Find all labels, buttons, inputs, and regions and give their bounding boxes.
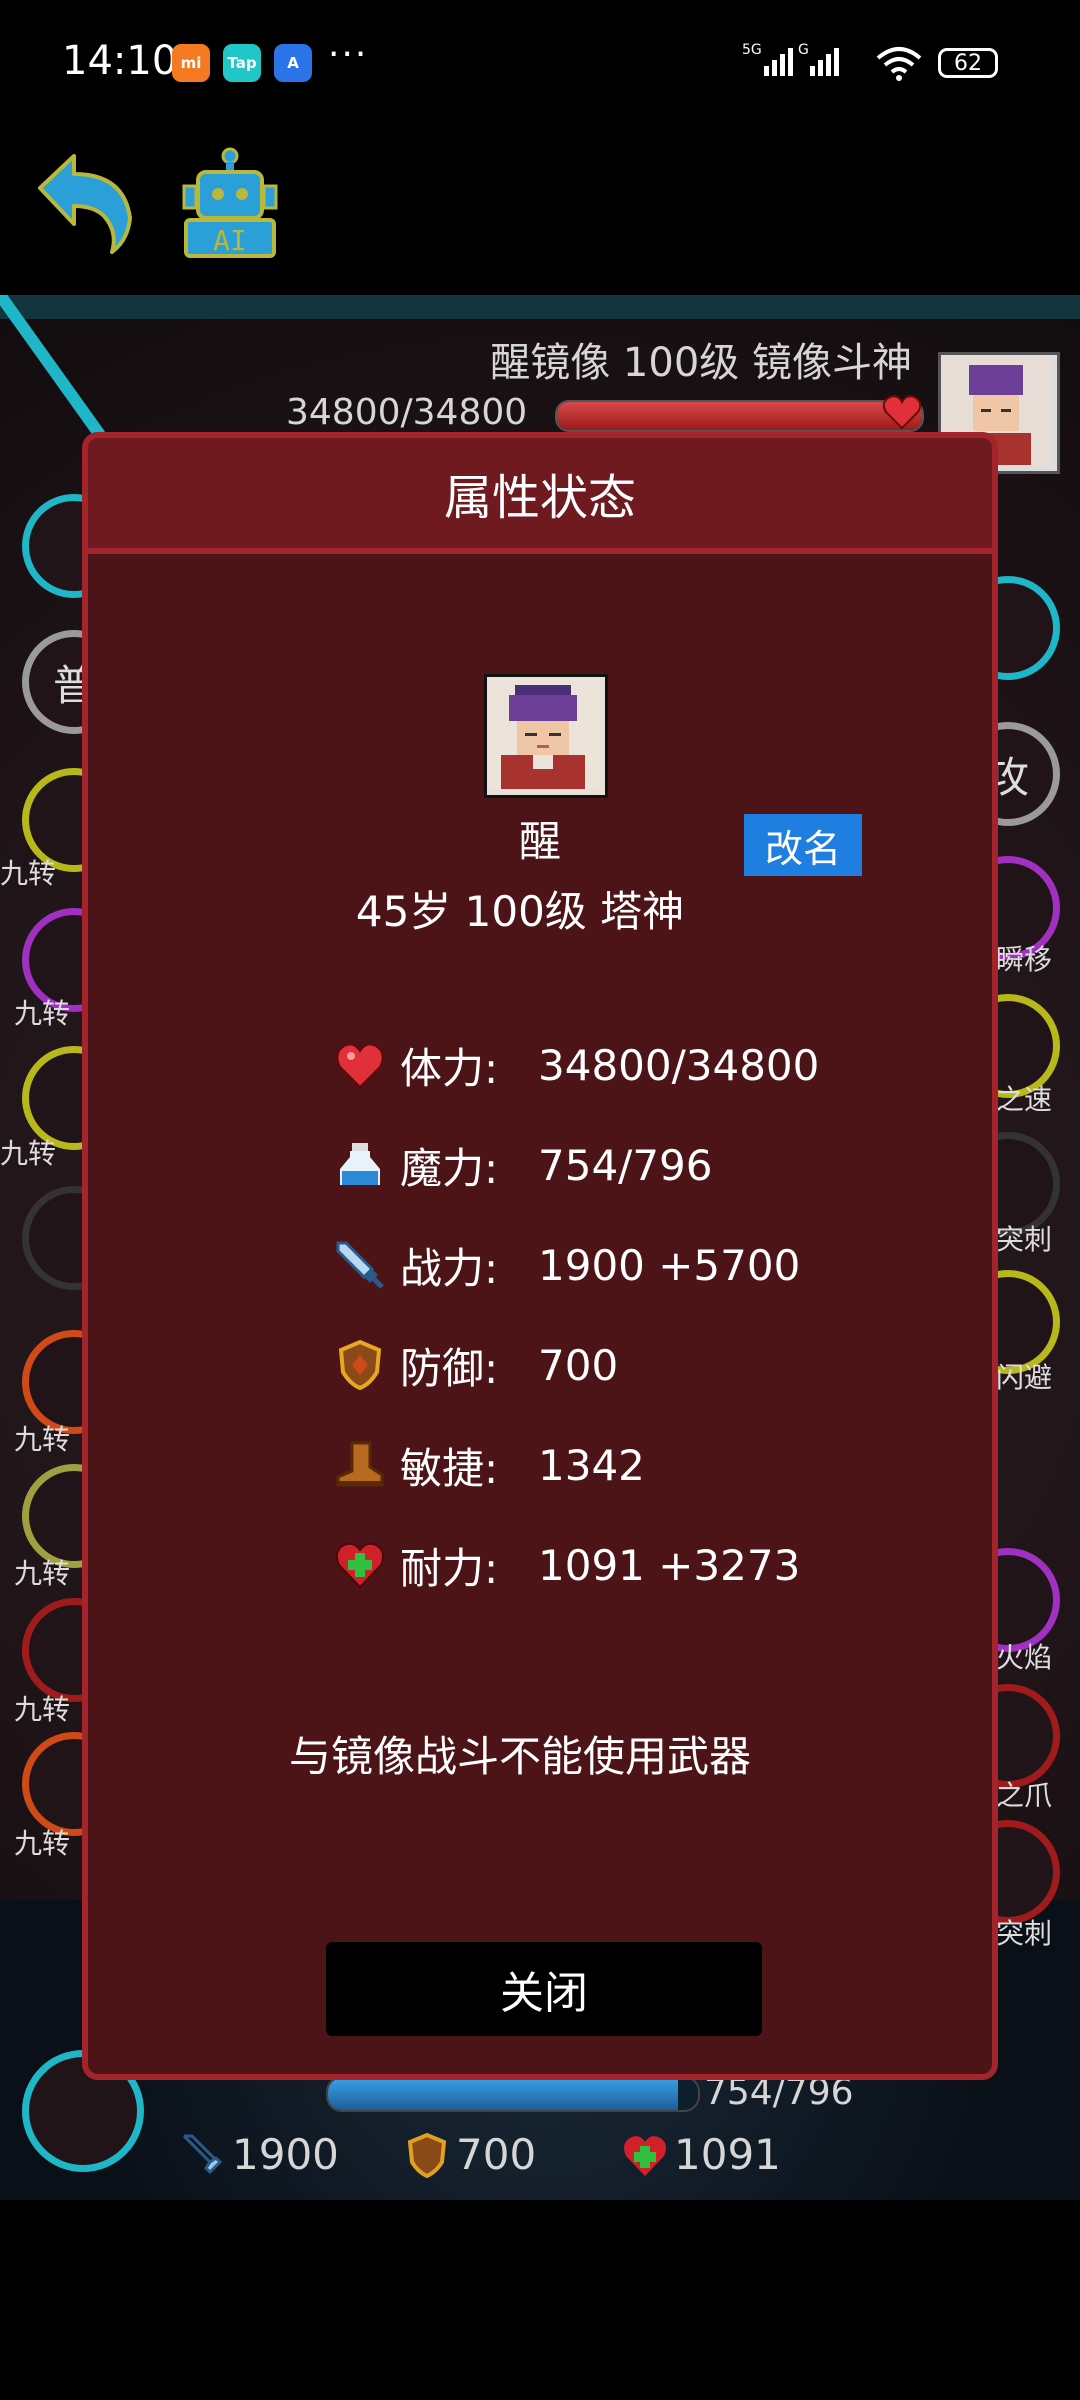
player-stamina-value: 1091 [674,2130,781,2179]
skill-label: 闪避 [996,1361,1053,1394]
character-info: 45岁 100级 塔神 [355,887,685,936]
shield-icon [407,2132,447,2178]
wifi-icon [876,46,922,86]
health-cross-icon [335,1542,385,1589]
skill-label: 火焰 [996,1641,1053,1674]
dialog-title: 属性状态 [88,438,992,554]
sword-icon [336,1241,384,1289]
sword-icon [182,2134,223,2174]
health-cross-icon [624,2135,666,2176]
stat-label: 魔力: [400,1143,499,1193]
taptap-app-icon: Tap [223,44,261,82]
browser-app-icon: A [274,44,312,82]
mana-potion-icon [340,1143,380,1185]
status-bar: 14:10 mi Tap A ··· 5G G 62 [0,0,1080,130]
player-defense-value: 700 [456,2130,537,2179]
stat-row-defense: 防御: 700 [334,1330,618,1400]
skill-label: 九转 [14,1557,71,1590]
attribute-status-dialog: 属性状态 醒 改名 45岁 100级 塔神 体力: 34800/34800 魔力… [82,432,998,2080]
stat-value: 34800/34800 [538,1040,820,1090]
skill-label: 九转 [14,997,71,1030]
stat-value: 1900 +5700 [538,1240,801,1290]
svg-text:G: G [798,42,809,58]
skill-label: 突刺 [996,1917,1053,1950]
stat-label: 体力: [400,1043,499,1093]
svg-text:5G: 5G [742,42,762,58]
back-arrow-icon[interactable] [32,148,138,258]
skill-label: 之爪 [996,1779,1053,1812]
enemy-title: 醒镜像 100级 镜像斗神 [490,340,912,386]
stat-label: 敏捷: [400,1443,499,1493]
ai-label: AI [213,224,247,257]
player-stamina: 1091 [622,2130,781,2179]
enemy-hp-text: 34800/34800 [286,392,528,433]
stat-row-agility: 敏捷: 1342 [334,1430,645,1500]
battery-indicator: 62 [938,48,998,78]
skill-label: 瞬移 [996,943,1053,976]
stat-row-mp: 魔力: 754/796 [334,1130,712,1200]
skill-label: 九转 [0,1137,57,1170]
stat-row-stamina: 耐力: 1091 +3273 [334,1530,800,1600]
mi-app-icon: mi [172,44,210,82]
stat-label: 防御: [400,1343,499,1393]
stat-value: 1342 [538,1440,645,1490]
skill-label: 突刺 [996,1223,1053,1256]
rename-button[interactable]: 改名 [744,814,862,876]
player-attack: 1900 [180,2130,339,2179]
player-attack-value: 1900 [232,2130,339,2179]
enemy-hp-bar [555,400,924,432]
more-notifications: ··· [328,34,369,75]
player-mp-bar [326,2076,700,2112]
player-mp-fill [328,2078,679,2110]
enemy-hp-heart-icon [882,394,922,434]
stat-value: 1091 +3273 [538,1540,801,1590]
clock: 14:10 [62,38,178,84]
ai-robot-icon[interactable]: AI [180,146,280,258]
stat-value: 700 [538,1340,619,1390]
character-avatar [484,674,608,798]
skill-label: 九转 [14,1827,71,1860]
stat-label: 战力: [400,1243,499,1293]
skill-label: 之速 [996,1083,1053,1116]
stat-value: 754/796 [538,1140,713,1190]
boot-icon [336,1441,384,1487]
skill-label: 九转 [14,1423,71,1456]
signal-icon: 5G G [742,40,882,86]
close-button[interactable]: 关闭 [326,1942,762,2036]
heart-icon [336,1043,384,1089]
stat-row-hp: 体力: 34800/34800 [334,1030,819,1100]
mirror-battle-note: 与镜像战斗不能使用武器 [288,1732,751,1781]
enemy-hp-fill [557,402,922,430]
stat-row-attack: 战力: 1900 +5700 [334,1230,800,1300]
top-toolbar: AI [0,130,1080,295]
skill-label: 九转 [0,857,57,890]
stat-label: 耐力: [400,1543,499,1593]
player-defense: 700 [404,2130,536,2179]
skill-label: 九转 [14,1693,71,1726]
shield-icon [338,1339,382,1391]
